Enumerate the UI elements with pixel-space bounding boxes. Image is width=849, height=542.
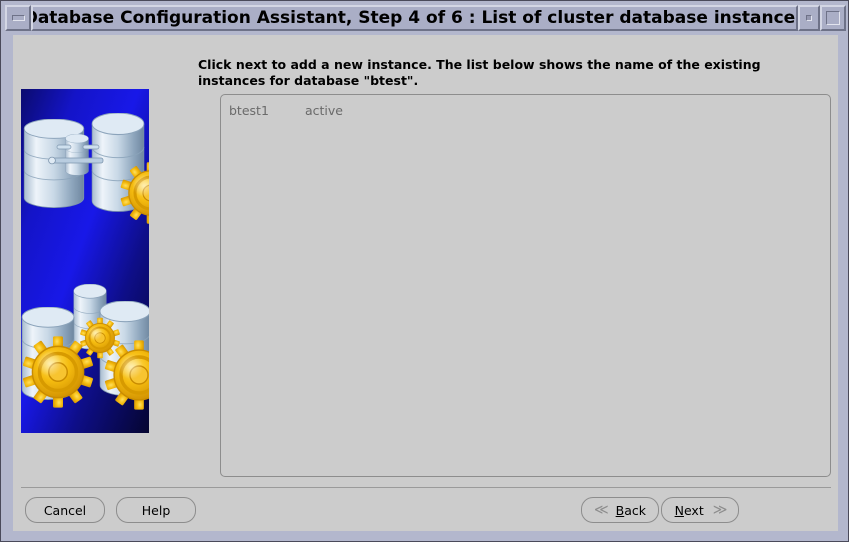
window-menu-button[interactable] [798, 5, 820, 31]
help-button-label: Help [141, 502, 171, 518]
back-button-rest: ack [624, 502, 646, 518]
help-button[interactable]: Help [116, 497, 196, 523]
instance-list-panel[interactable]: btest1 active [220, 94, 831, 477]
client-area: Click next to add a new instance. The li… [13, 35, 838, 531]
database-cluster-illustration [21, 89, 149, 433]
instruction-text: Click next to add a new instance. The li… [198, 57, 761, 88]
cancel-button[interactable]: Cancel [25, 497, 105, 523]
back-button[interactable]: ≪ Back [581, 497, 659, 523]
title-bar: Database Configuration Assistant, Step 4… [5, 5, 846, 31]
back-button-mnemonic: B [615, 502, 625, 518]
minimize-button[interactable] [5, 5, 31, 31]
footer-left-buttons: Cancel Help [25, 497, 196, 523]
back-button-label: Back [616, 503, 646, 518]
instance-status-cell: active [305, 102, 343, 118]
next-button-mnemonic: N [674, 502, 684, 518]
maximize-button[interactable] [820, 5, 846, 31]
minimize-icon [11, 15, 25, 21]
instance-list: btest1 active [221, 95, 830, 476]
chevron-double-left-icon: ≪ [593, 502, 609, 518]
table-row[interactable]: btest1 active [221, 95, 830, 119]
application-window: Database Configuration Assistant, Step 4… [0, 0, 849, 542]
chevron-double-right-icon: ≫ [712, 502, 728, 518]
footer-right-buttons: ≪ Back Next ≫ [581, 497, 739, 523]
cancel-button-label: Cancel [43, 502, 87, 518]
window-menu-icon [806, 15, 812, 21]
window-title-area: Database Configuration Assistant, Step 4… [31, 5, 798, 31]
next-button[interactable]: Next ≫ [661, 497, 739, 523]
next-button-rest: ext [683, 502, 704, 518]
next-button-label: Next [675, 503, 704, 518]
footer-separator [21, 487, 831, 488]
instance-name-cell: btest1 [229, 102, 269, 118]
maximize-icon [826, 11, 840, 25]
page-title: Database Configuration Assistant, Step 4… [31, 8, 798, 28]
